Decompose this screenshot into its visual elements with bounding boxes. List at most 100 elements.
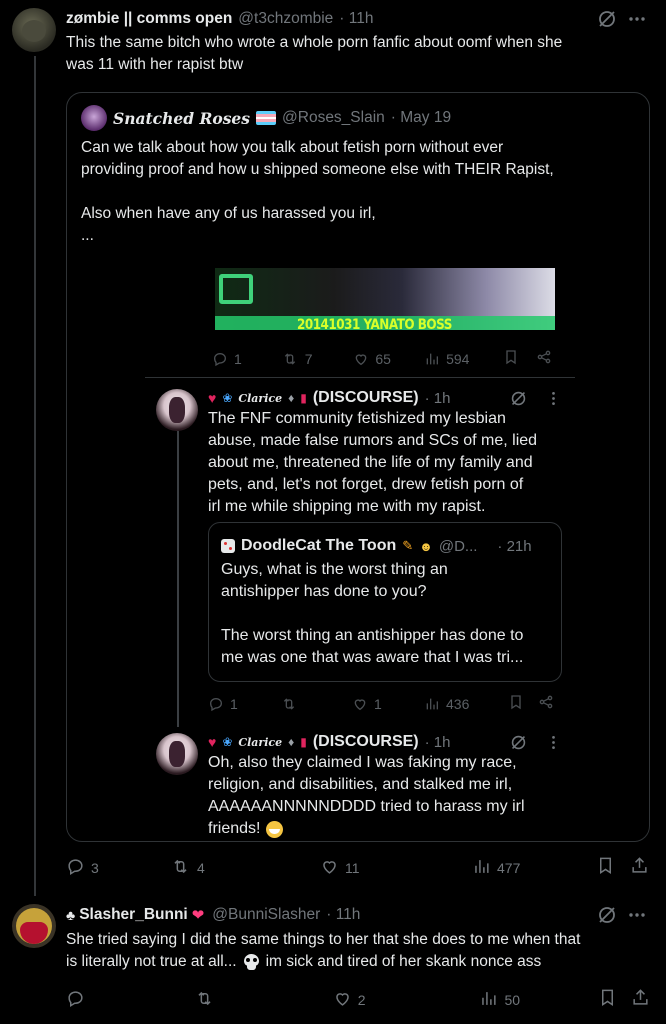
views-count: 594: [446, 351, 470, 367]
like-icon: [333, 989, 352, 1011]
views-count: 436: [446, 696, 470, 712]
post-time[interactable]: · 11h: [339, 10, 373, 28]
more-icon: [545, 734, 562, 751]
reply-icon: [66, 989, 85, 1011]
repost-icon: [170, 857, 191, 879]
views-icon: [472, 857, 491, 879]
views-button[interactable]: 50: [457, 989, 598, 1011]
quote-text-line: providing proof and how u shipped someon…: [81, 161, 554, 178]
nested-text-line: me was one that was aware that I was tri…: [221, 649, 524, 666]
like-button[interactable]: 2: [327, 989, 458, 1011]
grok-icon[interactable]: [597, 9, 617, 29]
reply-time: · 1h: [424, 389, 451, 407]
post-handle[interactable]: @t3chzombie: [238, 10, 333, 28]
skull-icon: [243, 953, 260, 971]
repost-count: 4: [197, 860, 205, 876]
post-time[interactable]: · 11h: [326, 906, 360, 924]
reply-icon: [66, 857, 85, 879]
post-handle[interactable]: @BunniSlasher: [212, 906, 320, 924]
views-button[interactable]: 477: [450, 857, 596, 879]
reply-button[interactable]: [66, 989, 152, 1011]
views-icon: 594: [424, 351, 503, 367]
post-display-name[interactable]: Slasher_Bunni: [79, 906, 188, 924]
bookmark-icon: [503, 349, 536, 370]
reply-text-line: friends!: [208, 820, 261, 837]
bookmark-icon[interactable]: [596, 856, 630, 880]
avatar[interactable]: [12, 8, 56, 52]
reply-count: 1: [230, 696, 238, 712]
like-button[interactable]: 11: [308, 857, 450, 879]
emoji-lips-icon: ♥: [208, 734, 217, 750]
quote-text-line: Can we talk about how you talk about fet…: [81, 139, 504, 156]
avatar: [156, 733, 198, 775]
nested-text-line: antishipper has done to you?: [221, 583, 427, 600]
attached-image[interactable]: 20141031 YANATO BOSS 1 7 65 594 ♥ ❀ Clar…: [67, 253, 649, 841]
like-count: 2: [357, 992, 366, 1008]
post-text-line: This the same bitch who wrote a whole po…: [66, 34, 563, 51]
repost-button[interactable]: 4: [156, 857, 308, 879]
post-text-line: is literally not true at all...: [66, 953, 237, 970]
views-count: 50: [504, 992, 521, 1008]
reply-text-line: religion, and disabilities, and stalked …: [208, 776, 513, 793]
reply-text-line: The FNF community fetishized my lesbian: [208, 410, 506, 427]
nested-quote-card: DoodleCat The Toon ✎ ☻ @D... · 21h Guys,…: [208, 522, 562, 682]
avatar: [156, 389, 198, 431]
repost-count: 7: [304, 351, 313, 367]
nested-display-name: DoodleCat The Toon: [241, 537, 397, 554]
reply-display-name: (DISCOURSE): [312, 389, 419, 406]
paw-icon: ❀: [222, 391, 233, 405]
thread-line: [177, 431, 179, 727]
avatar[interactable]: [12, 904, 56, 948]
emoji-lips-icon: ♥: [208, 390, 217, 406]
post-text-line: im sick and tired of her skank nonce ass: [265, 953, 542, 970]
reply-text-line: irl me while shipping me with my rapist.: [208, 498, 486, 515]
views-icon: [479, 989, 498, 1011]
grok-icon[interactable]: [597, 905, 617, 925]
image-banner: 20141031 YANATO BOSS: [215, 268, 555, 330]
reply-button[interactable]: 3: [66, 857, 156, 879]
nested-text-line: The worst thing an antishipper has done …: [221, 627, 524, 644]
bookmark-icon: [508, 694, 538, 715]
reply-display-name: (DISCOURSE): [312, 733, 419, 750]
repost-button[interactable]: [152, 989, 326, 1011]
reply-count: 3: [91, 860, 99, 876]
like-icon: 65: [353, 351, 424, 367]
share-icon[interactable]: [631, 988, 650, 1012]
like-count: 11: [345, 860, 360, 876]
cat-icon: ☻: [419, 538, 433, 554]
share-icon: [536, 349, 552, 370]
banner-text: 20141031 YANATO BOSS: [297, 315, 452, 330]
cat-icon: ♦: [288, 391, 295, 405]
quote-handle: @Roses_Slain: [282, 109, 385, 126]
like-icon: [320, 857, 339, 879]
quote-text-line: ...: [81, 227, 94, 244]
bunny-icon: ♣: [66, 907, 76, 923]
share-icon: [538, 694, 554, 715]
quote-text-line: Also when have any of us harassed you ir…: [81, 205, 376, 222]
post-text-line: She tried saying I did the same things t…: [66, 931, 581, 948]
heart-icon: ❤: [191, 907, 205, 924]
share-icon[interactable]: [630, 856, 649, 880]
reply-count: 1: [234, 351, 242, 367]
cat-icon: ♦: [288, 735, 295, 749]
more-icon[interactable]: [627, 905, 647, 925]
quote-time: · May 19: [390, 109, 452, 126]
post-display-name[interactable]: zømbie || comms open: [66, 10, 232, 28]
die-icon: [221, 539, 235, 553]
reply-text-line: AAAAAANNNNNDDDD tried to harass my irl: [208, 798, 525, 815]
divider: [145, 377, 575, 378]
clarice-name-icon: Clarice: [238, 391, 283, 405]
avatar: [81, 105, 107, 131]
reply-text-line: pets, and, let's not forget, drew fetish…: [208, 476, 524, 493]
quoted-post-card[interactable]: Snatched Roses @Roses_Slain · May 19 Can…: [66, 92, 650, 842]
thread-line: [34, 56, 36, 896]
more-icon[interactable]: [627, 9, 647, 29]
post-text-line: was 11 with her rapist btw: [66, 56, 244, 73]
bookmark-icon[interactable]: [598, 988, 631, 1012]
trans-flag-icon: [256, 111, 277, 125]
clarice-name-icon: Clarice: [238, 735, 283, 749]
reply-time: · 1h: [424, 733, 451, 751]
repost-icon: [194, 989, 215, 1011]
repost-icon: [280, 696, 352, 712]
like-icon: 1: [352, 696, 424, 712]
